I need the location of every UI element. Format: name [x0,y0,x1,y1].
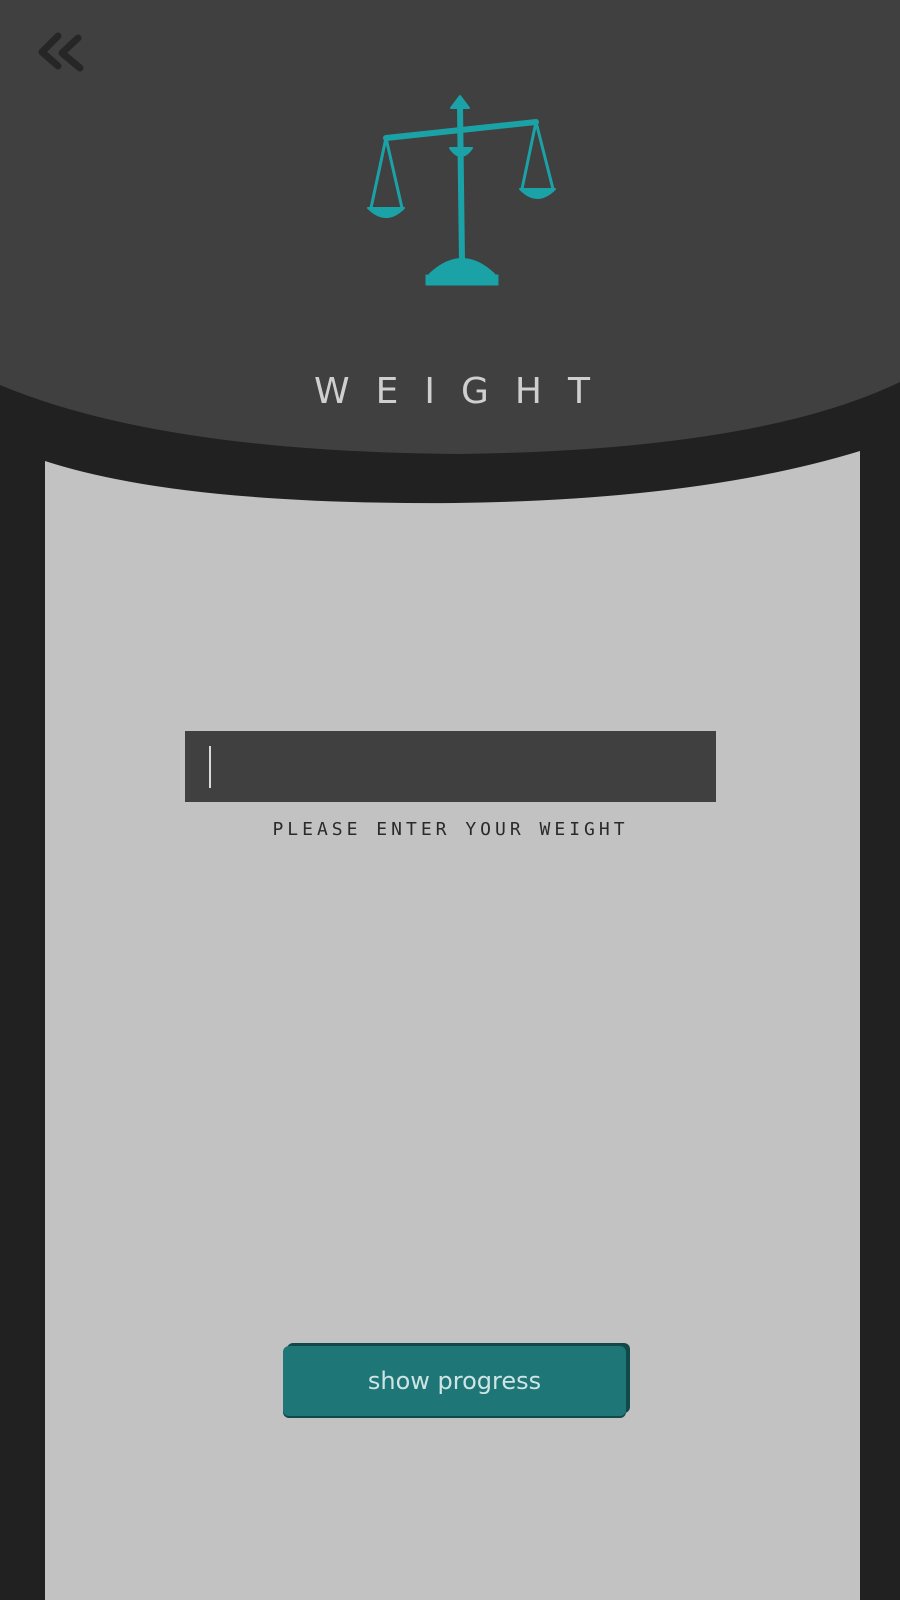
balance-scale-icon [360,92,560,292]
page-title: WEIGHT [314,371,616,412]
double-chevron-left-icon [38,32,84,72]
weight-input-hint: PLEASE ENTER YOUR WEIGHT [272,819,629,840]
weight-input[interactable] [185,731,716,802]
show-progress-button[interactable]: show progress [283,1346,626,1416]
text-caret [209,746,211,788]
content-panel [45,451,860,1600]
back-button[interactable] [30,28,90,78]
